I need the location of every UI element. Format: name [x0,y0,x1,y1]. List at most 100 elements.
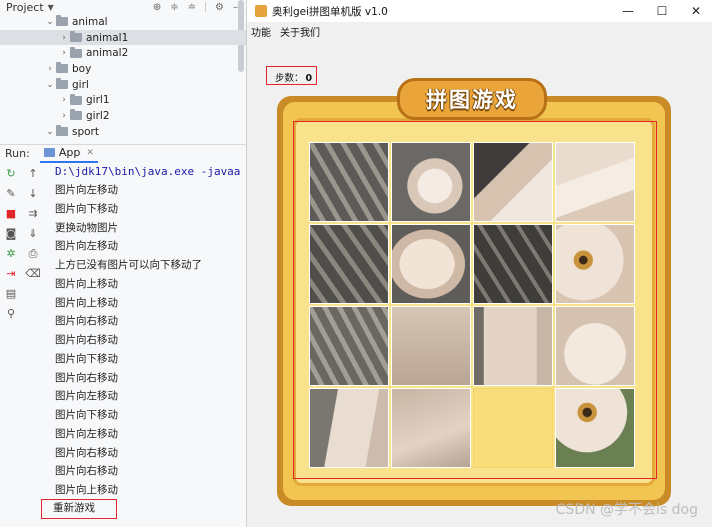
project-tree: ⌄ animal › animal1 › animal2 › boy ⌄ girl › girl1 › g… [0,14,246,140]
expand-all-icon[interactable]: ≑ [170,2,178,13]
console-restart-line: 重新游戏 [41,499,117,519]
tree-item[interactable]: › animal1 [0,29,246,46]
window-title: 奥利gei拼图单机版 v1.0 [272,5,388,18]
folder-icon [56,15,68,27]
puzzle-tile[interactable] [391,142,471,222]
folder-icon [70,31,82,43]
console-line: 图片向上移动 [55,296,118,309]
puzzle-tile[interactable] [555,224,635,304]
project-label: Project [6,0,44,14]
tree-item[interactable]: › animal2 [0,45,246,61]
game-window: 奥利gei拼图单机版 v1.0 — ☐ ✕ 功能 关于我们 拼图游戏 步数： 0 [246,0,712,527]
menu-bar: 功能 关于我们 [247,22,712,40]
folder-icon [56,125,68,137]
puzzle-tile[interactable] [473,142,553,222]
scroll-to-end-icon[interactable]: ⇓ [28,224,37,244]
arrow-down-icon[interactable]: ↓ [28,184,37,204]
close-window-icon[interactable]: ✕ [679,0,712,22]
camera-icon[interactable]: ◙ [6,224,17,244]
wrench-icon[interactable]: ✎ [6,184,15,204]
puzzle-tile[interactable] [473,306,553,386]
watermark: CSDN @学不会is dog [555,502,698,518]
exit-icon[interactable]: ⇥ [6,264,15,284]
console-line: 图片向左移动 [55,184,118,196]
pin-icon[interactable]: ⚲ [7,304,15,324]
tree-item[interactable]: ⌄ girl [0,77,246,93]
console-line: 图片向右移动 [55,315,118,328]
arrow-up-icon[interactable]: ↑ [28,164,37,184]
soft-wrap-icon[interactable]: ⇉ [28,204,37,224]
maximize-icon[interactable]: ☐ [645,0,679,22]
app-config-icon [43,148,55,157]
console-output: D:\jdk17\bin\java.exe -javaa 图片向左移动 图片向下移… [41,162,246,519]
puzzle-tile[interactable] [391,224,471,304]
console-line: 图片向右移动 [55,371,118,384]
console-line: 图片向右移动 [55,465,118,478]
puzzle-tile[interactable] [473,224,553,304]
ide-panel: Project ▼ ⊕ ≑ ≐ ⚙ – ⌄ animal › animal1 › anim… [0,0,246,527]
puzzle-tile[interactable] [555,306,635,386]
window-titlebar[interactable]: 奥利gei拼图单机版 v1.0 — ☐ ✕ [247,0,712,22]
gear-icon[interactable]: ⚙ [215,2,224,13]
print-icon[interactable]: ⎙ [29,244,38,264]
run-side-toolbar: ↻ ✎ ■ ◙ ✲ ⇥ ▤ ⚲ [0,164,22,324]
console-line: 图片向下移动 [55,409,118,421]
folder-icon [70,93,82,105]
console-line: 图片向左移动 [55,390,118,403]
close-icon[interactable]: ✕ [86,148,94,158]
puzzle-tile[interactable] [309,224,389,304]
console-line: 图片向左移动 [55,240,118,253]
chevron-right-icon[interactable]: › [58,95,70,105]
console-line: 图片向左移动 [55,427,118,440]
tree-item[interactable]: ⌄ sport [0,124,246,140]
puzzle-blank-tile[interactable] [473,388,553,468]
chevron-down-icon[interactable]: ⌄ [44,80,56,90]
trash-icon[interactable]: ⌫ [25,264,41,284]
puzzle-tile[interactable] [309,142,389,222]
console-line: 图片向右移动 [55,446,118,459]
chevron-down-icon[interactable]: ⌄ [44,17,56,27]
puzzle-tile[interactable] [555,388,635,468]
puzzle-tile[interactable] [391,306,471,386]
steps-counter: 步数： 0 [275,70,312,84]
folder-icon [56,78,68,90]
layout-icon[interactable]: ▤ [6,284,16,304]
minimize-icon[interactable]: — [611,0,645,22]
locate-icon[interactable]: ⊕ [153,2,161,13]
console-line: 图片向上移动 [55,484,118,496]
tree-item[interactable]: › boy [0,61,246,77]
tab-app[interactable]: App ✕ [39,145,98,163]
stop-icon[interactable]: ■ [6,204,16,224]
folder-icon [70,46,82,58]
debug-icon[interactable]: ✲ [6,244,15,264]
puzzle-tile[interactable] [555,142,635,222]
menu-item[interactable]: 关于我们 [280,24,320,39]
collapse-all-icon[interactable]: ≐ [188,2,196,13]
rerun-icon[interactable]: ↻ [6,164,15,184]
console-line: 上方已没有图片可以向下移动了 [55,259,202,271]
tree-item[interactable]: › girl2 [0,108,246,124]
tree-item[interactable]: ⌄ animal [0,14,246,30]
chevron-right-icon[interactable]: › [44,64,56,74]
steps-value: 0 [305,73,313,84]
puzzle-board[interactable] [309,142,637,470]
puzzle-tile[interactable] [309,306,389,386]
chevron-right-icon[interactable]: › [58,111,70,121]
chevron-down-icon[interactable]: ▼ [48,3,54,12]
window-controls: — ☐ ✕ [611,0,712,22]
chevron-right-icon[interactable]: › [58,33,70,43]
tree-item[interactable]: › girl1 [0,92,246,108]
puzzle-tile[interactable] [309,388,389,468]
tree-item-label: animal [72,15,108,28]
console-line: 更换动物图片 [55,221,118,234]
tree-item-label: animal1 [86,31,129,44]
console-command: D:\jdk17\bin\java.exe -javaa [55,165,241,178]
chevron-right-icon[interactable]: › [58,48,70,58]
folder-icon [70,109,82,121]
menu-item[interactable]: 功能 [251,24,271,39]
tab-app-label: App [58,146,81,159]
toolbar-divider [205,2,207,12]
tree-item-label: girl1 [86,94,110,107]
chevron-down-icon[interactable]: ⌄ [44,127,56,137]
puzzle-tile[interactable] [391,388,471,468]
